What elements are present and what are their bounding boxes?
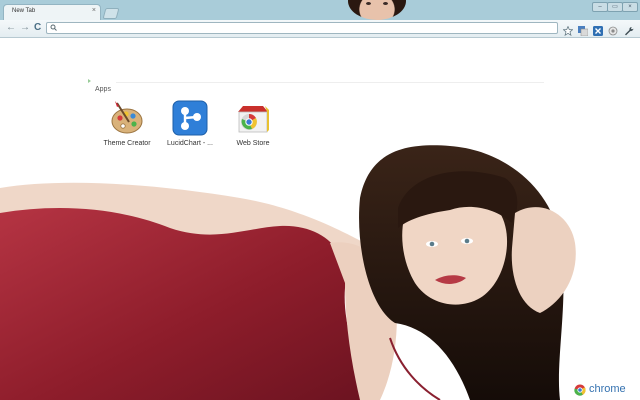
new-tab-page: Apps Theme Creator LucidChart - ... Web …	[0, 38, 640, 400]
collapse-caret-icon[interactable]	[88, 79, 91, 83]
translate-icon[interactable]	[578, 23, 589, 37]
app-label: LucidChart - ...	[167, 140, 213, 147]
wrench-icon[interactable]	[624, 23, 634, 36]
tab-close-icon[interactable]: ×	[92, 7, 96, 14]
circle-icon[interactable]	[608, 23, 618, 36]
tab-new-tab[interactable]: New Tab ×	[3, 4, 101, 20]
minimize-button[interactable]: –	[592, 2, 608, 12]
star-icon[interactable]	[562, 23, 574, 37]
theme-banner-image	[348, 0, 406, 20]
close-window-button[interactable]: ×	[622, 2, 638, 12]
app-web-store[interactable]: Web Store	[225, 100, 281, 147]
search-icon	[50, 24, 57, 33]
lucidchart-icon	[172, 100, 208, 136]
apps-heading: Apps	[95, 86, 111, 93]
extension-icon[interactable]	[593, 23, 603, 36]
app-theme-creator[interactable]: Theme Creator	[99, 100, 155, 147]
new-tab-button[interactable]	[102, 8, 120, 19]
app-lucidchart[interactable]: LucidChart - ...	[162, 100, 218, 147]
reload-button[interactable]: C	[34, 22, 41, 34]
toolbar: ← → C	[0, 20, 640, 38]
webstore-icon	[238, 106, 269, 133]
apps-section-header[interactable]: Apps	[88, 78, 544, 96]
palette-icon	[111, 101, 143, 134]
chrome-wordmark: chrome	[589, 383, 626, 395]
tab-title: New Tab	[12, 8, 36, 14]
app-label: Web Store	[236, 140, 270, 147]
forward-button[interactable]: →	[20, 22, 30, 34]
chrome-logo-icon	[574, 384, 586, 396]
banner-eye	[366, 2, 371, 5]
banner-eye	[383, 2, 388, 5]
back-button[interactable]: ←	[6, 22, 16, 34]
app-label: Theme Creator	[103, 140, 151, 147]
title-bar: New Tab × – ▭ ×	[0, 0, 640, 20]
omnibox[interactable]	[46, 22, 558, 34]
apps-divider	[116, 82, 544, 83]
maximize-button[interactable]: ▭	[607, 2, 623, 12]
